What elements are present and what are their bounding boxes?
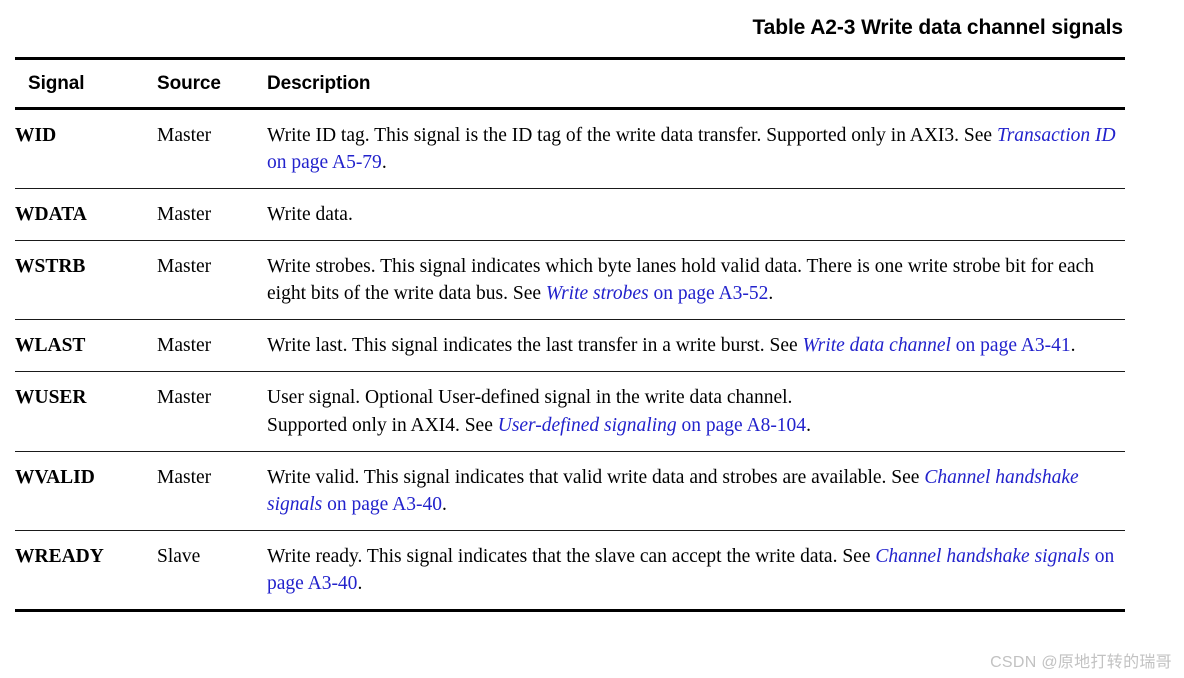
description-line: Supported only in AXI4. See User-defined…: [267, 412, 1125, 439]
cross-reference-page: on page A3-40: [322, 494, 442, 515]
signal-source-cell: Master: [157, 240, 267, 320]
description-text: Write ID tag. This signal is the ID tag …: [267, 125, 997, 146]
signal-description-cell: Write strobes. This signal indicates whi…: [267, 240, 1125, 320]
signal-name-cell: WDATA: [15, 188, 157, 241]
table-title: Table A2-3 Write data channel signals: [752, 16, 1123, 39]
signal-name-cell: WSTRB: [15, 240, 157, 320]
cross-reference-title: Transaction ID: [996, 125, 1116, 146]
cross-reference-page: on page A3-52: [648, 283, 769, 304]
table-row: WSTRB Master Write strobes. This signal in…: [15, 240, 1125, 320]
description-line: Write ready. This signal indicates that …: [267, 543, 1125, 597]
description-line: Write strobes. This signal indicates whi…: [267, 253, 1125, 307]
description-terminator: .: [1070, 335, 1076, 356]
cross-reference-link[interactable]: User-defined signaling on page A8-104: [498, 415, 806, 436]
table-header-row: Signal Source Description: [15, 57, 1125, 110]
description-terminator: .: [381, 152, 387, 173]
table-header: Signal Source Description: [15, 57, 1125, 110]
table-row: WLAST Master Write last. This signal indic…: [15, 319, 1125, 372]
signal-source-cell: Master: [157, 451, 267, 531]
signal-description-cell: Write ready. This signal indicates that …: [267, 530, 1125, 612]
description-line: Write ID tag. This signal is the ID tag …: [267, 122, 1125, 176]
cross-reference-link[interactable]: Write data channel on page A3-41: [803, 335, 1071, 356]
description-text: User signal. Optional User-defined signa…: [267, 387, 793, 408]
description-text: Write data.: [267, 204, 353, 225]
cross-reference-title: User-defined signaling: [497, 415, 677, 436]
description-line: Write last. This signal indicates the la…: [267, 332, 1125, 359]
signal-source-cell: Master: [157, 371, 267, 452]
signal-source-cell: Master: [157, 319, 267, 372]
cross-reference-link[interactable]: Write strobes on page A3-52: [546, 283, 768, 304]
signal-name-cell: WLAST: [15, 319, 157, 372]
cross-reference-page: on page A3-41: [950, 335, 1071, 356]
signal-source-cell: Master: [157, 108, 267, 189]
signal-source-cell: Master: [157, 188, 267, 241]
csdn-watermark: CSDN @原地打转的瑞哥: [990, 654, 1172, 671]
cross-reference-page: on page A5-79: [267, 152, 382, 173]
signal-name-cell: WVALID: [15, 451, 157, 531]
description-line: User signal. Optional User-defined signa…: [267, 384, 1125, 411]
signal-name-cell: WID: [15, 108, 157, 189]
description-text: Write ready. This signal indicates that …: [267, 546, 876, 567]
description-text: Supported only in AXI4. See: [267, 415, 498, 436]
table-row: WVALID Master Write valid. This signal ind…: [15, 451, 1125, 531]
table-row: WREADY Slave Write ready. This signal indi…: [15, 530, 1125, 612]
description-terminator: .: [806, 415, 811, 436]
signal-description-cell: User signal. Optional User-defined signa…: [267, 371, 1125, 452]
cross-reference-title: Write data channel: [802, 335, 951, 356]
signal-description-cell: Write data.: [267, 188, 1125, 241]
table-row: WUSER Master User signal. Optional User-de…: [15, 371, 1125, 452]
description-terminator: .: [441, 494, 447, 515]
signal-description-cell: Write last. This signal indicates the la…: [267, 319, 1125, 372]
description-line: Write data.: [267, 201, 1125, 228]
description-terminator: .: [768, 283, 774, 304]
table-row: WDATA Master Write data.: [15, 188, 1125, 241]
signal-name-cell: WREADY: [15, 530, 157, 612]
description-line: Write valid. This signal indicates that …: [267, 464, 1125, 518]
signal-description-cell: Write valid. This signal indicates that …: [267, 451, 1125, 531]
table-row: WID Master Write ID tag. This signal is th…: [15, 108, 1125, 189]
signal-name-cell: WUSER: [15, 371, 157, 452]
cross-reference-page: on page A8-104: [676, 415, 807, 436]
signal-description-cell: Write ID tag. This signal is the ID tag …: [267, 108, 1125, 189]
description-text: Write valid. This signal indicates that …: [267, 467, 925, 488]
signal-source-cell: Slave: [157, 530, 267, 612]
document-page: Table A2-3 Write data channel signals Si…: [0, 0, 1184, 678]
column-header-source: Source: [157, 57, 267, 110]
description-terminator: .: [357, 573, 363, 594]
description-text: Write last. This signal indicates the la…: [267, 335, 803, 356]
column-header-description: Description: [267, 57, 1125, 110]
column-header-signal: Signal: [15, 57, 157, 110]
cross-reference-title: Channel handshake signals: [875, 546, 1090, 567]
write-data-channel-signals-table: Signal Source Description WID Master Write…: [15, 57, 1125, 612]
cross-reference-title: Write strobes: [545, 283, 649, 304]
table-body: WID Master Write ID tag. This signal is th…: [15, 108, 1125, 612]
